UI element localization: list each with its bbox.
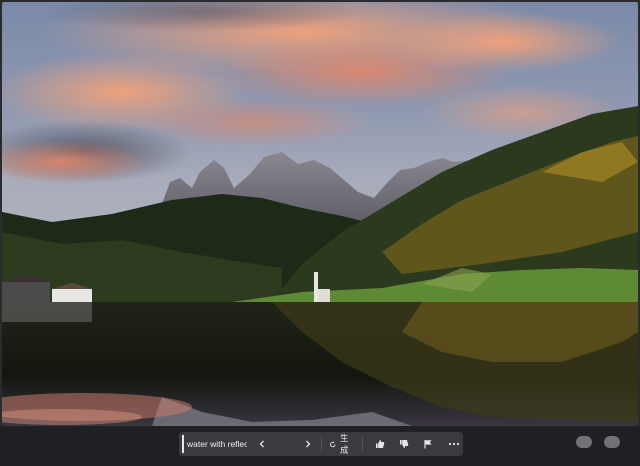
window-corner-icons <box>576 436 620 448</box>
divider <box>320 437 322 451</box>
image-toolbar: water with reflectio 生成 <box>179 432 463 456</box>
blurred-icon[interactable] <box>576 436 592 448</box>
landscape-image <box>2 2 638 426</box>
bottom-bar: water with reflectio 生成 <box>0 426 640 466</box>
prompt-input[interactable]: water with reflectio <box>182 435 247 453</box>
thumbs-up-button[interactable] <box>371 434 389 454</box>
chevron-left-icon[interactable] <box>253 434 271 454</box>
flag-icon <box>424 440 432 449</box>
chevron-right-icon[interactable] <box>299 434 317 454</box>
thumbs-down-button[interactable] <box>395 434 413 454</box>
blurred-icon[interactable] <box>604 436 620 448</box>
more-button[interactable] <box>445 434 463 454</box>
generate-label: 生成 <box>339 433 349 455</box>
flag-button[interactable] <box>419 434 437 454</box>
divider <box>362 437 363 451</box>
landscape-photo <box>2 2 638 426</box>
thumbs-up-icon <box>375 440 385 448</box>
app-window: water with reflectio 生成 <box>0 0 640 466</box>
generate-button[interactable]: 生成 <box>325 433 358 455</box>
prompt-text: water with reflectio <box>187 439 247 449</box>
refresh-icon <box>330 440 336 447</box>
thumbs-down-icon <box>399 440 409 448</box>
more-horizontal-icon <box>448 442 460 446</box>
